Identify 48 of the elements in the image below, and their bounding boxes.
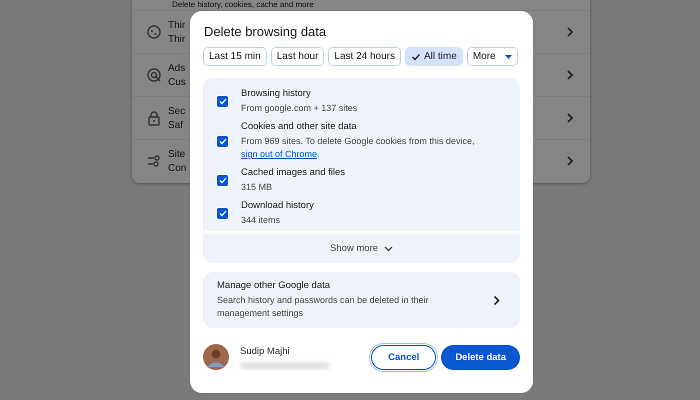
show-more-button[interactable]: Show more (203, 234, 520, 263)
sign-out-link[interactable]: sign out of Chrome (241, 149, 318, 159)
row-subtitle: Delete history, cookies, cache and more (172, 0, 314, 10)
manage-title: Manage other Google data (217, 280, 332, 291)
checkbox[interactable] (217, 136, 228, 146)
row-title: Thir (168, 20, 186, 30)
option-description: From 969 sites. To delete Google cookies from this device, sign out of Chrome. (241, 135, 476, 161)
cookie-icon (146, 24, 162, 40)
target-icon (146, 67, 162, 83)
delete-data-button[interactable]: Delete data (441, 344, 520, 370)
chevron-icon[interactable] (566, 155, 574, 167)
check-icon (411, 52, 422, 62)
option-description: 344 items (241, 214, 282, 227)
option-title: Cached images and files (241, 167, 346, 178)
chevron-icon[interactable] (566, 26, 574, 38)
option-description: From google.com + 137 sites (241, 102, 358, 115)
option-title: Browsing history (241, 88, 312, 99)
chevron-down-icon (384, 246, 394, 252)
lock-icon (146, 110, 162, 126)
more-dropdown[interactable]: More (466, 47, 518, 66)
time-range-chip[interactable]: Last 24 hours (328, 47, 402, 66)
checkbox[interactable] (217, 208, 228, 219)
manage-description: Search history and passwords can be deleted in their management settings (217, 294, 430, 320)
chevron-icon[interactable] (566, 112, 574, 124)
option-description: 315 MB (241, 181, 274, 194)
row-subtitle: Saf (168, 120, 184, 130)
row-subtitle: Thir (168, 34, 186, 44)
chevron-icon[interactable] (566, 69, 574, 81)
dialog-title: Delete browsing data (204, 24, 328, 39)
checkbox[interactable] (217, 175, 228, 186)
row-title: Ads (168, 62, 186, 74)
time-range-chip[interactable]: Last hour (270, 47, 324, 66)
time-range-chip[interactable]: All time (405, 47, 463, 66)
row-title: Sec (168, 106, 186, 116)
row-subtitle: Cus (168, 76, 186, 88)
row-title: Site (168, 148, 186, 160)
account-name: Sudip Majhi (240, 346, 291, 356)
time-range-chip[interactable]: Last 15 min (203, 47, 267, 66)
sliders-icon (146, 153, 162, 169)
manage-data-row[interactable]: Manage other Google data Search history and passwords can be deleted in their management settings (203, 272, 520, 328)
option-title: Cookies and other site data (241, 121, 358, 132)
avatar (203, 344, 229, 370)
cancel-button[interactable]: Cancel (371, 344, 436, 370)
caret-icon (504, 54, 512, 58)
row-subtitle: Con (168, 162, 186, 174)
option-title: Download history (241, 200, 314, 211)
chevron-icon (493, 294, 500, 306)
checkbox[interactable] (217, 96, 228, 107)
